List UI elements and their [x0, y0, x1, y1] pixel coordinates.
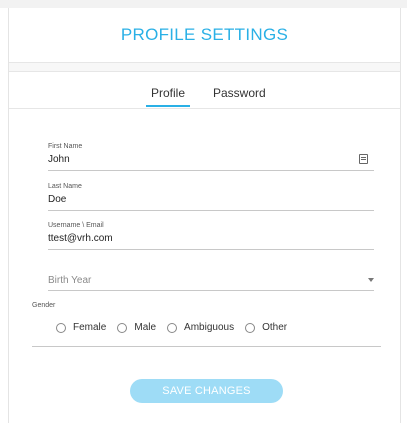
username-email-field[interactable]: Username \ Email ttest@vrh.com	[48, 220, 374, 250]
tab-profile[interactable]: Profile	[146, 86, 190, 100]
gender-option-label: Female	[73, 322, 107, 333]
gender-option-male[interactable]: Male	[117, 322, 156, 333]
gender-option-label: Ambiguous	[184, 322, 235, 333]
username-email-value[interactable]: ttest@vrh.com	[48, 233, 113, 244]
save-changes-button[interactable]: SAVE CHANGES	[130, 379, 283, 403]
radio-circle-icon[interactable]	[56, 322, 66, 333]
gender-option-other[interactable]: Other	[245, 322, 287, 333]
gender-label: Gender	[32, 302, 56, 309]
first-name-label: First Name	[48, 143, 83, 150]
header: PROFILE SETTINGS	[9, 8, 400, 63]
gender-option-female[interactable]: Female	[56, 322, 106, 333]
birth-year-placeholder: Birth Year	[48, 275, 92, 286]
last-name-label: Last Name	[48, 183, 82, 190]
radio-circle-icon[interactable]	[167, 322, 178, 333]
profile-settings-card: PROFILE SETTINGS Profile Password	[8, 8, 401, 423]
first-name-field[interactable]: First Name John	[48, 141, 374, 171]
header-divider	[9, 63, 400, 72]
gender-option-label: Other	[262, 322, 288, 333]
top-strip	[0, 0, 407, 8]
first-name-value[interactable]: John	[48, 154, 70, 165]
birth-year-select[interactable]: Birth Year	[48, 263, 374, 291]
tab-bar: Profile Password	[9, 72, 400, 109]
radio-circle-icon[interactable]	[245, 322, 256, 333]
contact-card-icon[interactable]	[359, 154, 368, 164]
gender-option-label: Male	[134, 322, 157, 333]
gender-option-ambiguous[interactable]: Ambiguous	[167, 322, 234, 333]
gender-radio-group: Female Male Ambiguous Other	[56, 322, 298, 333]
tab-password[interactable]: Password	[213, 86, 266, 100]
last-name-value[interactable]: Doe	[48, 194, 66, 205]
last-name-field[interactable]: Last Name Doe	[48, 181, 374, 211]
chevron-down-icon[interactable]	[368, 278, 374, 282]
page-title: PROFILE SETTINGS	[120, 25, 289, 44]
active-tab-indicator	[146, 105, 190, 107]
gender-divider	[32, 346, 381, 347]
radio-circle-icon[interactable]	[117, 322, 128, 333]
username-email-label: Username \ Email	[48, 222, 104, 229]
